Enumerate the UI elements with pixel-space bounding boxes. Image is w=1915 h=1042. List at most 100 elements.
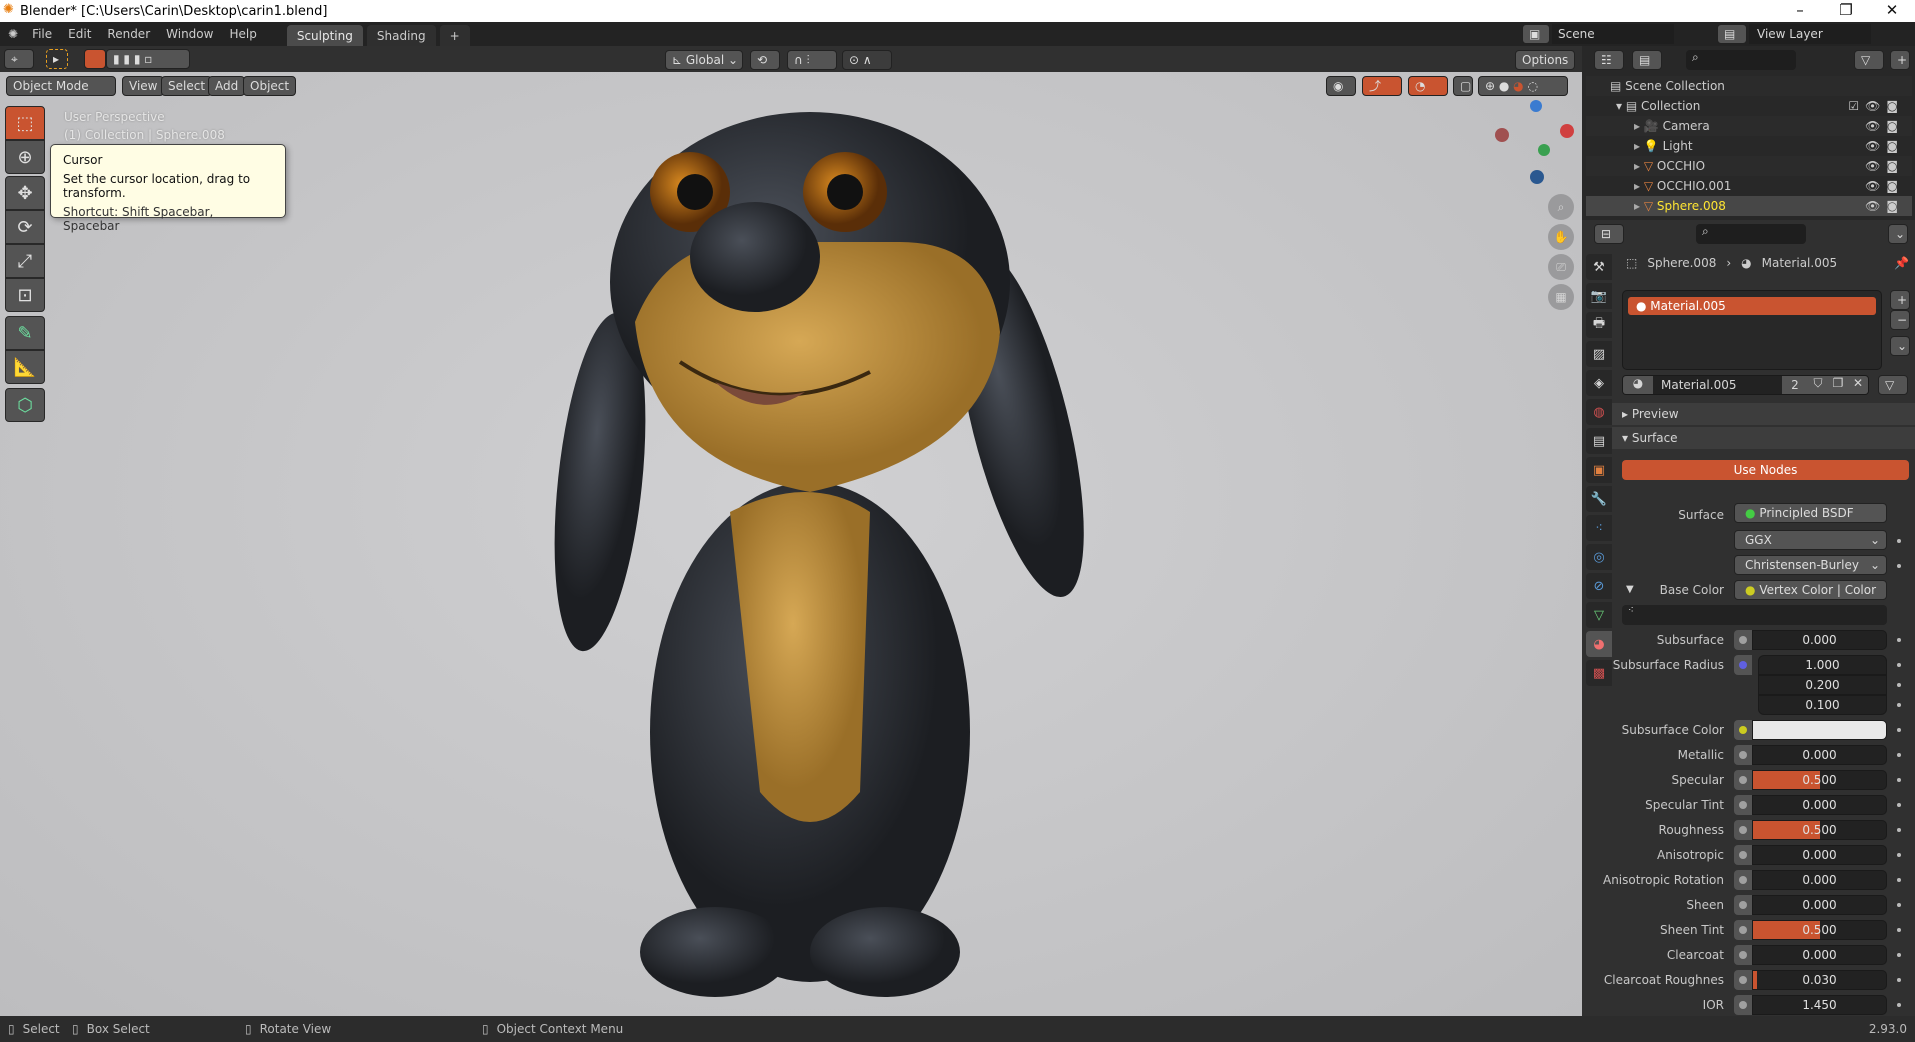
material-users-count[interactable]: 2 bbox=[1782, 376, 1808, 394]
visibility-icons[interactable]: 👁◙ bbox=[1865, 116, 1904, 136]
xray-toggle[interactable]: ▢ bbox=[1453, 76, 1473, 96]
constraints-tab-icon[interactable]: ⊘ bbox=[1586, 573, 1612, 599]
anisotropic-rotation-slider[interactable]: 0.000 bbox=[1752, 870, 1887, 890]
add-slot-button[interactable]: + bbox=[1890, 290, 1910, 310]
metallic-slider[interactable]: 0.000 bbox=[1752, 745, 1887, 765]
annotate-tool-icon[interactable]: ✎ bbox=[5, 316, 45, 350]
outliner-filter-icon[interactable]: ▤ bbox=[1632, 50, 1662, 70]
outliner-item[interactable]: ▸ ▽ OCCHIO 👁◙ bbox=[1586, 156, 1912, 176]
tab-shading[interactable]: Shading bbox=[366, 25, 436, 47]
minimize-button[interactable]: – bbox=[1777, 0, 1823, 22]
view-layer-selector-icon[interactable]: ▤ bbox=[1717, 24, 1747, 44]
specular-slider[interactable]: 0.500 bbox=[1752, 770, 1887, 790]
rotate-tool-icon[interactable]: ⟳ bbox=[5, 210, 45, 244]
surface-shader-selector[interactable]: ● Principled BSDF bbox=[1734, 503, 1887, 523]
keyframe-dot[interactable] bbox=[1897, 663, 1901, 667]
outliner-display-mode[interactable]: ☷ bbox=[1594, 50, 1624, 70]
scene-name-field[interactable]: Scene bbox=[1552, 24, 1674, 44]
options-dropdown[interactable]: Options bbox=[1515, 50, 1576, 70]
socket-link-button[interactable] bbox=[1734, 630, 1752, 650]
socket-link-button[interactable] bbox=[1734, 870, 1752, 890]
keyframe-dot[interactable] bbox=[1897, 564, 1901, 568]
remove-slot-button[interactable]: − bbox=[1890, 310, 1910, 330]
visibility-icons[interactable]: 👁◙ bbox=[1865, 176, 1904, 196]
select-mode-buttons[interactable]: ▮ ▮ ▮ ▫ bbox=[106, 49, 190, 69]
select-menu[interactable]: Select bbox=[161, 76, 213, 96]
keyframe-dot[interactable] bbox=[1897, 903, 1901, 907]
add-menu[interactable]: Add bbox=[208, 76, 246, 96]
gizmo-neg-z-axis[interactable] bbox=[1530, 170, 1544, 184]
keyframe-dot[interactable] bbox=[1897, 853, 1901, 857]
keyframe-dot[interactable] bbox=[1897, 638, 1901, 642]
surface-panel-header[interactable]: ▾ Surface bbox=[1612, 427, 1915, 449]
overlay-toggle[interactable]: ◔ bbox=[1408, 76, 1448, 96]
select-box-tool-icon[interactable]: ⬚ bbox=[5, 106, 45, 140]
visibility-dropdown[interactable]: ◉ bbox=[1326, 76, 1356, 96]
texture-tab-icon[interactable]: ▩ bbox=[1586, 660, 1612, 686]
keyframe-dot[interactable] bbox=[1897, 728, 1901, 732]
close-button[interactable]: ✕ bbox=[1869, 0, 1915, 22]
vertex-color-node-field[interactable]: ⁖ bbox=[1622, 605, 1887, 625]
select-mode-new-icon[interactable] bbox=[84, 49, 106, 69]
preview-panel-header[interactable]: ▸ Preview bbox=[1612, 403, 1915, 425]
subsurface-radius-field[interactable]: 0.100 bbox=[1758, 695, 1887, 715]
outliner-item[interactable]: ▸ 💡 Light 👁◙ bbox=[1586, 136, 1912, 156]
shading-modes[interactable]: ⊕ ● ◕ ◌ bbox=[1478, 76, 1568, 96]
physics-tab-icon[interactable]: ◎ bbox=[1586, 544, 1612, 570]
new-collection-button[interactable]: + bbox=[1890, 50, 1910, 70]
add-cube-tool-icon[interactable]: ⬡ bbox=[5, 388, 45, 422]
outliner-filter-dropdown[interactable]: ▽ bbox=[1854, 50, 1884, 70]
socket-link-button[interactable] bbox=[1734, 770, 1752, 790]
socket-link-button[interactable] bbox=[1734, 895, 1752, 915]
sheen-slider[interactable]: 0.000 bbox=[1752, 895, 1887, 915]
keyframe-dot[interactable] bbox=[1897, 878, 1901, 882]
sheen-tint-slider[interactable]: 0.500 bbox=[1752, 920, 1887, 940]
keyframe-dot[interactable] bbox=[1897, 703, 1901, 707]
pivot-dropdown[interactable]: ⟲ bbox=[750, 50, 780, 70]
gizmo-neg-x-axis[interactable] bbox=[1495, 128, 1509, 142]
visibility-icons[interactable]: 👁◙ bbox=[1865, 196, 1904, 216]
menu-file[interactable]: File bbox=[24, 27, 60, 41]
material-name-field[interactable]: Material.005 bbox=[1653, 376, 1782, 394]
socket-link-button[interactable] bbox=[1734, 655, 1752, 675]
subsurface-method-dropdown[interactable]: Christensen-Burley ⌄ bbox=[1734, 555, 1887, 575]
collection-tab-icon[interactable]: ▤ bbox=[1586, 428, 1612, 454]
navigation-gizmo[interactable] bbox=[1490, 94, 1574, 184]
menu-render[interactable]: Render bbox=[99, 27, 158, 41]
object-menu[interactable]: Object bbox=[243, 76, 297, 96]
visibility-icons[interactable]: 👁◙ bbox=[1865, 136, 1904, 156]
socket-link-button[interactable] bbox=[1734, 995, 1752, 1015]
keyframe-dot[interactable] bbox=[1897, 539, 1901, 543]
mode-dropdown[interactable]: Object Mode bbox=[6, 76, 116, 96]
proportional-edit-toggle[interactable]: ⊙ ∧ bbox=[842, 50, 892, 70]
menu-help[interactable]: Help bbox=[221, 27, 264, 41]
keyframe-dot[interactable] bbox=[1897, 803, 1901, 807]
keyframe-dot[interactable] bbox=[1897, 778, 1901, 782]
visibility-icons[interactable]: 👁◙ bbox=[1865, 156, 1904, 176]
duplicate-material-icon[interactable]: ❐ bbox=[1828, 376, 1848, 394]
gizmo-y-axis[interactable] bbox=[1538, 144, 1550, 156]
keyframe-dot[interactable] bbox=[1897, 1003, 1901, 1007]
keyframe-dot[interactable] bbox=[1897, 953, 1901, 957]
select-tool-icon[interactable]: ▸ bbox=[46, 49, 68, 69]
move-tool-icon[interactable]: ✥ bbox=[5, 176, 45, 210]
outliner-search-input[interactable]: ⌕ bbox=[1686, 50, 1796, 70]
socket-link-button[interactable] bbox=[1734, 845, 1752, 865]
tool-tab-icon[interactable]: ⚒ bbox=[1586, 254, 1612, 280]
subsurface-color-swatch[interactable] bbox=[1752, 720, 1887, 740]
camera-view-icon[interactable]: ⎚ bbox=[1548, 254, 1574, 280]
outliner-collection[interactable]: ▾ ▤ Collection ☑👁◙ bbox=[1586, 96, 1912, 116]
subsurface-radius-field[interactable]: 0.200 bbox=[1758, 675, 1887, 695]
outliner-item[interactable]: ▸ 🎥 Camera 👁◙ bbox=[1586, 116, 1912, 136]
keyframe-dot[interactable] bbox=[1897, 683, 1901, 687]
socket-link-button[interactable] bbox=[1734, 745, 1752, 765]
cursor-tool-icon[interactable]: ⊕ bbox=[5, 140, 45, 174]
zoom-view-icon[interactable]: ⌕ bbox=[1548, 194, 1574, 220]
dog-model[interactable] bbox=[540, 92, 1100, 1022]
world-tab-icon[interactable]: ◍ bbox=[1586, 399, 1612, 425]
transform-tool-icon[interactable]: ⊡ bbox=[5, 278, 45, 312]
scene-selector-icon[interactable]: ▣ bbox=[1522, 24, 1550, 44]
gizmo-x-axis[interactable] bbox=[1560, 124, 1574, 138]
output-tab-icon[interactable]: 🖶 bbox=[1586, 312, 1612, 338]
link-dropdown[interactable]: ▽ bbox=[1878, 375, 1908, 395]
